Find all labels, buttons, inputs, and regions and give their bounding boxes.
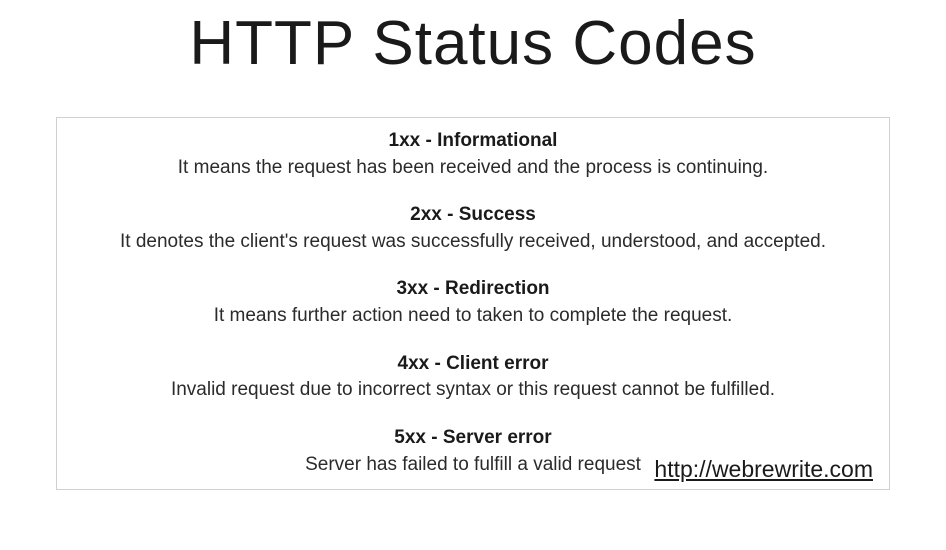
section-desc: It means further action need to taken to… [77, 303, 869, 329]
section-heading: 3xx - Redirection [77, 276, 869, 303]
section-1xx: 1xx - Informational It means the request… [77, 128, 869, 180]
section-heading: 5xx - Server error [77, 425, 869, 452]
section-heading: 1xx - Informational [77, 128, 869, 155]
section-heading: 2xx - Success [77, 202, 869, 229]
section-desc: It denotes the client's request was succ… [77, 229, 869, 255]
source-link[interactable]: http://webrewrite.com [654, 456, 873, 483]
section-3xx: 3xx - Redirection It means further actio… [77, 276, 869, 328]
section-heading: 4xx - Client error [77, 351, 869, 378]
section-desc: Invalid request due to incorrect syntax … [77, 377, 869, 403]
content-box: 1xx - Informational It means the request… [56, 117, 890, 490]
section-2xx: 2xx - Success It denotes the client's re… [77, 202, 869, 254]
section-4xx: 4xx - Client error Invalid request due t… [77, 351, 869, 403]
section-desc: It means the request has been received a… [77, 155, 869, 181]
page-title: HTTP Status Codes [0, 0, 946, 79]
